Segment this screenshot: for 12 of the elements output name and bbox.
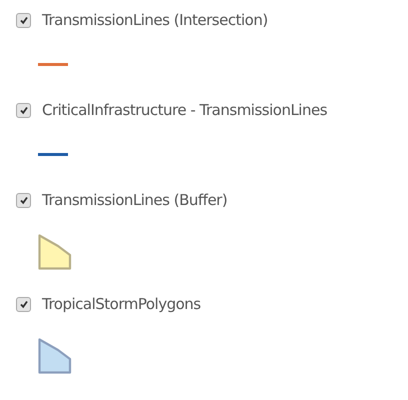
layer-name: TropicalStormPolygons bbox=[42, 295, 201, 313]
layer-name: TransmissionLines (Intersection) bbox=[42, 11, 268, 29]
layer-checkbox[interactable] bbox=[16, 296, 31, 312]
layer-checkbox[interactable] bbox=[16, 192, 31, 208]
layer-checkbox[interactable] bbox=[16, 12, 31, 28]
checkmark-icon bbox=[18, 15, 28, 25]
checkmark-icon bbox=[18, 299, 28, 309]
checkmark-icon bbox=[18, 195, 28, 205]
layer-checkbox[interactable] bbox=[16, 102, 31, 118]
layer-name: CriticalInfrastructure - TransmissionLines bbox=[42, 101, 328, 119]
checkmark-icon bbox=[18, 105, 28, 115]
layer-name: TransmissionLines (Buffer) bbox=[42, 191, 228, 209]
